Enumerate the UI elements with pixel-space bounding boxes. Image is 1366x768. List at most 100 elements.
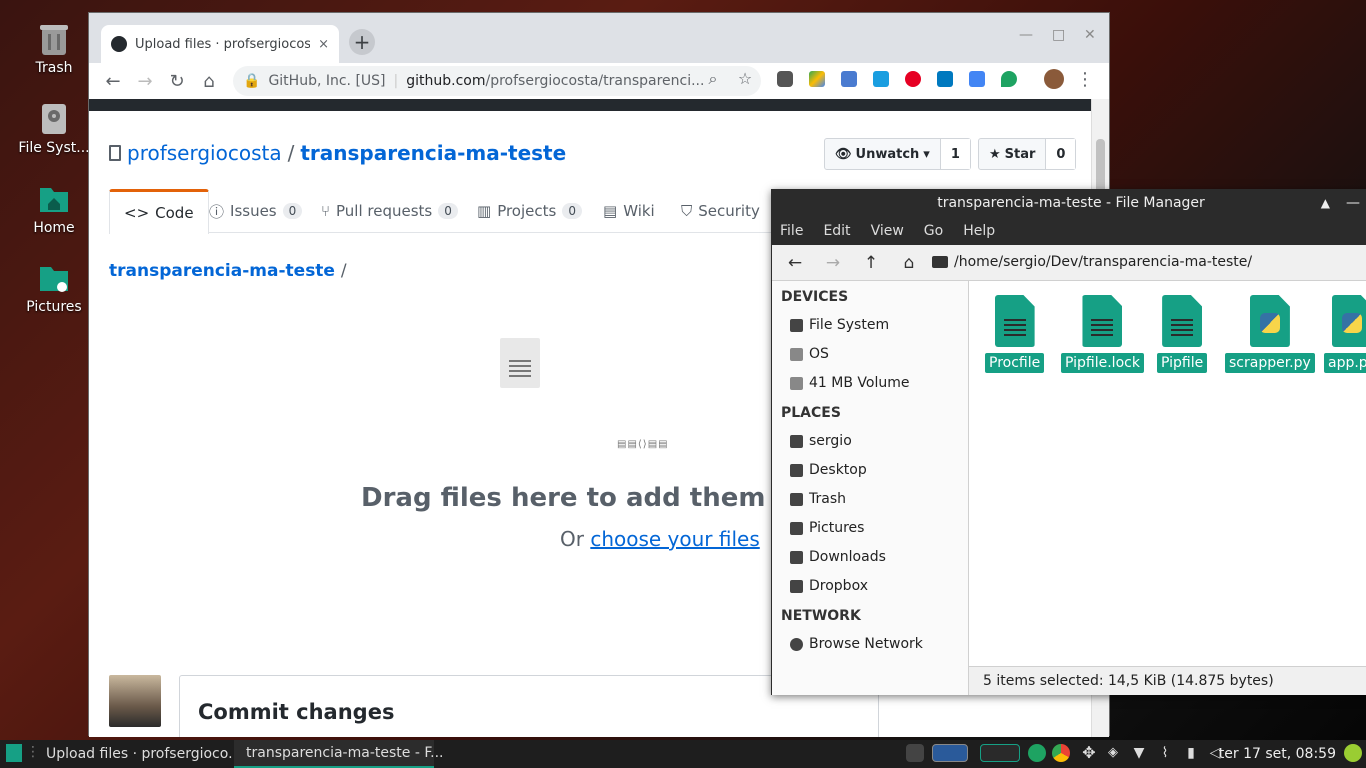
desktop-icon-trash[interactable]: Trash bbox=[14, 22, 94, 76]
sidebar-item-dropbox[interactable]: Dropbox bbox=[790, 578, 868, 594]
file-item[interactable]: scrapper.py bbox=[1225, 295, 1315, 373]
file-item[interactable]: Pipfile bbox=[1157, 295, 1208, 373]
dropbox-icon[interactable]: ✥ bbox=[1080, 744, 1098, 762]
home-icon[interactable]: ⌂ bbox=[193, 71, 225, 92]
choose-files-link[interactable]: choose your files bbox=[590, 527, 759, 551]
star-label: Star bbox=[1004, 146, 1036, 162]
new-tab-button[interactable]: + bbox=[349, 29, 375, 55]
workspace-icon[interactable] bbox=[906, 744, 924, 762]
profile-avatar[interactable] bbox=[1044, 69, 1064, 89]
evernote-icon[interactable] bbox=[1001, 71, 1017, 87]
workspace-switcher-active[interactable] bbox=[980, 744, 1020, 762]
sidebar-item-os[interactable]: OS bbox=[790, 346, 829, 362]
star-icon: ★ bbox=[989, 146, 1001, 162]
project-icon: ▥ bbox=[477, 202, 492, 220]
chrome-tray-icon[interactable] bbox=[1052, 744, 1070, 762]
docs-icon[interactable] bbox=[969, 71, 985, 87]
file-item[interactable]: Pipfile.lock bbox=[1061, 295, 1144, 373]
zoom-icon[interactable]: ⌕ bbox=[697, 69, 729, 89]
tab-issues[interactable]: ⓘ Issues 0 bbox=[195, 189, 316, 233]
wifi-icon[interactable]: ▼ bbox=[1130, 744, 1148, 762]
home-icon[interactable]: ⌂ bbox=[890, 253, 928, 273]
tab-code[interactable]: <> Code bbox=[109, 189, 209, 234]
tab-label: Wiki bbox=[623, 202, 655, 220]
desktop-icon-home[interactable]: Home bbox=[14, 182, 94, 236]
breadcrumb-repo-link[interactable]: transparencia-ma-teste bbox=[109, 261, 335, 281]
minimize-icon[interactable]: — bbox=[1019, 27, 1033, 43]
pinterest-icon[interactable] bbox=[905, 71, 921, 87]
tab-security[interactable]: ⛉ Security bbox=[667, 189, 774, 233]
sidebar-item-pictures[interactable]: Pictures bbox=[790, 520, 864, 536]
sidebar-item-sergio[interactable]: sergio bbox=[790, 433, 852, 449]
taskbar-item-file-manager[interactable]: transparencia-ma-teste - F... bbox=[234, 740, 443, 768]
sidebar-item-file-system[interactable]: File System bbox=[790, 317, 889, 333]
location-bar[interactable]: /home/sergio/Dev/transparencia-ma-teste/ bbox=[932, 254, 1252, 270]
eye-icon: 👁 bbox=[835, 146, 852, 162]
file-item[interactable]: app.py bbox=[1324, 295, 1366, 373]
tab-label: Code bbox=[155, 204, 194, 222]
update-check-icon[interactable] bbox=[1344, 744, 1362, 762]
checkbox-extension-icon[interactable] bbox=[873, 71, 889, 87]
browser-tab[interactable]: Upload files · profsergiocosta × bbox=[101, 25, 339, 63]
up-icon[interactable]: ↑ bbox=[852, 253, 890, 273]
watch-count[interactable]: 1 bbox=[939, 139, 970, 169]
extension-cube-icon[interactable] bbox=[841, 71, 857, 87]
menu-edit[interactable]: Edit bbox=[823, 223, 850, 239]
bookmark-star-icon[interactable]: ☆ bbox=[729, 69, 761, 88]
menu-help[interactable]: Help bbox=[963, 223, 995, 239]
python-file-icon bbox=[1331, 295, 1366, 347]
start-menu-icon[interactable] bbox=[6, 744, 22, 762]
star-button[interactable]: ★ Star bbox=[979, 139, 1045, 169]
tab-close-icon[interactable]: × bbox=[318, 37, 329, 52]
battery-icon[interactable]: ▮ bbox=[1182, 744, 1200, 762]
sidebar-item-desktop[interactable]: Desktop bbox=[790, 462, 867, 478]
evernote-tray-icon[interactable] bbox=[1028, 744, 1046, 762]
file-item[interactable]: Procfile bbox=[985, 295, 1045, 373]
reload-icon[interactable]: ↻ bbox=[161, 71, 193, 92]
tab-projects[interactable]: ▥ Projects 0 bbox=[463, 189, 596, 233]
folder-icon bbox=[790, 579, 803, 593]
window-close-icon[interactable]: ✕ bbox=[1084, 27, 1096, 43]
maximize-icon[interactable]: ▲ bbox=[1321, 190, 1330, 217]
desktop-icon-label: Trash bbox=[35, 60, 73, 76]
google-drive-icon[interactable] bbox=[809, 71, 825, 87]
sidebar-item-trash[interactable]: Trash bbox=[790, 491, 846, 507]
back-icon[interactable]: ← bbox=[776, 253, 814, 273]
menu-go[interactable]: Go bbox=[924, 223, 943, 239]
unwatch-button[interactable]: 👁 Unwatch ▾ bbox=[825, 139, 940, 169]
star-count[interactable]: 0 bbox=[1045, 139, 1076, 169]
task-label: Upload files · profsergioco... bbox=[46, 746, 242, 762]
back-icon[interactable]: ← bbox=[97, 71, 129, 92]
sidebar-item-downloads[interactable]: Downloads bbox=[790, 549, 886, 565]
text-file-icon bbox=[1082, 295, 1123, 347]
drive-icon bbox=[790, 318, 803, 332]
file-manager-titlebar[interactable]: transparencia-ma-teste - File Manager ▲ … bbox=[772, 190, 1366, 217]
forward-icon[interactable]: → bbox=[814, 253, 852, 273]
maximize-icon[interactable]: □ bbox=[1052, 27, 1065, 43]
repo-name-link[interactable]: transparencia-ma-teste bbox=[300, 141, 566, 165]
sidebar-item-volume[interactable]: 41 MB Volume bbox=[790, 375, 909, 391]
pocket-icon[interactable] bbox=[777, 71, 793, 87]
sidebar-item-browse-network[interactable]: Browse Network bbox=[790, 636, 923, 652]
desktop-icon-pictures[interactable]: Pictures bbox=[14, 261, 94, 315]
forward-icon[interactable]: → bbox=[129, 71, 161, 92]
menu-view[interactable]: View bbox=[871, 223, 904, 239]
minimize-icon[interactable]: — bbox=[1346, 190, 1360, 217]
trello-icon[interactable] bbox=[937, 71, 953, 87]
chrome-menu-icon[interactable]: ⋮ bbox=[1069, 69, 1101, 90]
address-bar[interactable]: 🔒 GitHub, Inc. [US] | github.com/profser… bbox=[233, 66, 761, 96]
drive-icon bbox=[790, 347, 803, 361]
clock[interactable]: ter 17 set, 08:59 bbox=[1219, 740, 1336, 768]
desktop-icon-file-system[interactable]: File Syst... bbox=[14, 102, 94, 156]
menu-file[interactable]: File bbox=[780, 223, 803, 239]
paperclip-icon[interactable]: ⌇ bbox=[1156, 744, 1174, 762]
updates-icon[interactable]: ◈ bbox=[1104, 744, 1122, 762]
tab-pull-requests[interactable]: ⑂ Pull requests 0 bbox=[307, 189, 472, 233]
tab-wiki[interactable]: ▤ Wiki bbox=[589, 189, 669, 233]
sidebar-item-label: Desktop bbox=[809, 462, 867, 478]
commit-changes-heading: Commit changes bbox=[198, 700, 395, 724]
sidebar-item-label: File System bbox=[809, 317, 890, 333]
workspace-switcher[interactable] bbox=[932, 744, 968, 762]
taskbar-item-chrome[interactable]: Upload files · profsergioco... bbox=[34, 740, 241, 768]
repo-owner-link[interactable]: profsergiocosta bbox=[127, 141, 282, 165]
